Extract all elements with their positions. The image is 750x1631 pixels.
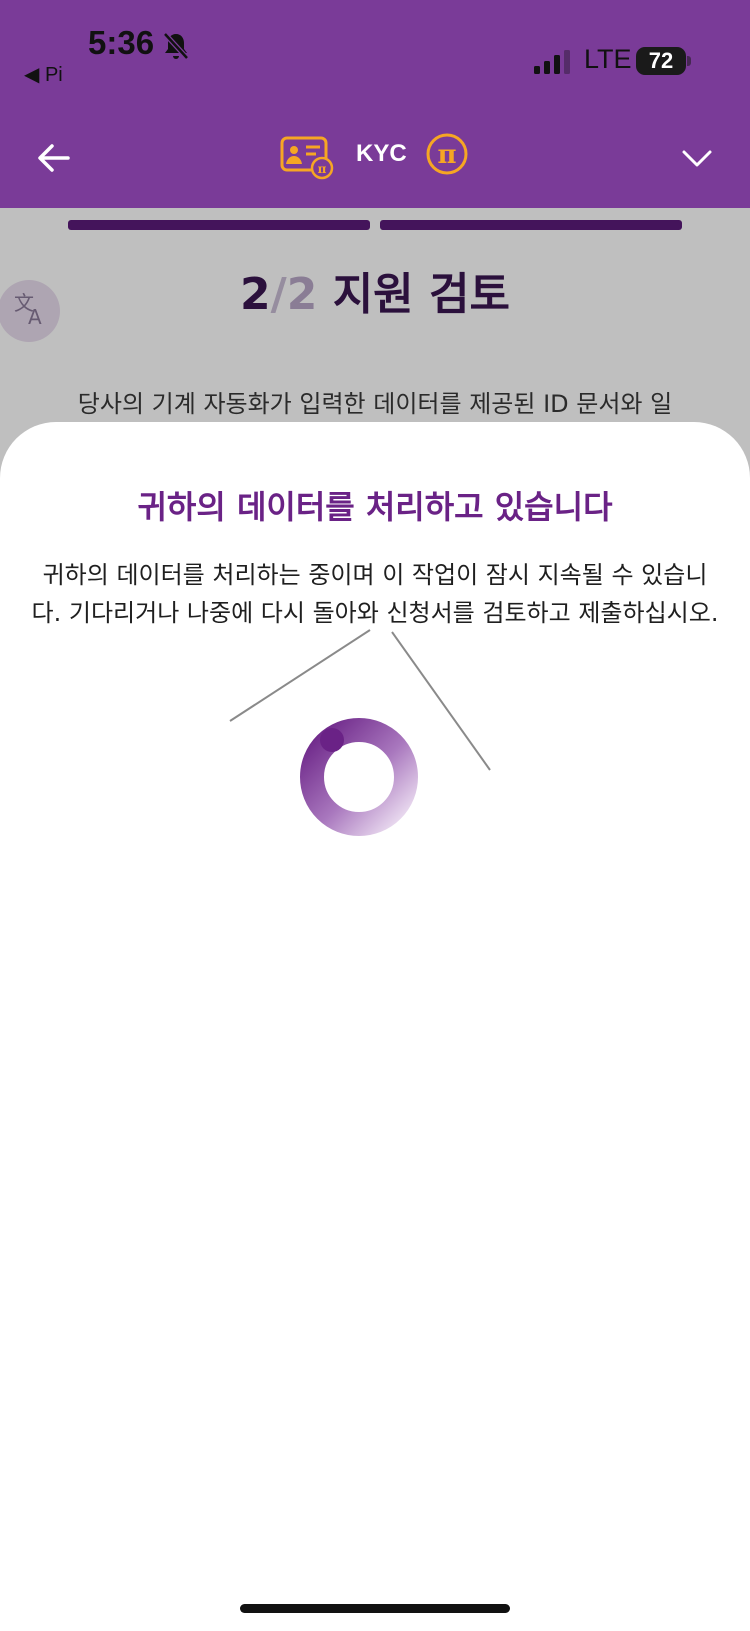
chevron-down-icon[interactable]	[678, 140, 716, 178]
svg-text:π: π	[318, 162, 327, 176]
back-to-app-link[interactable]: ◀ Pi	[24, 62, 63, 87]
battery-tip	[687, 56, 691, 66]
back-arrow-icon[interactable]	[34, 138, 74, 178]
home-indicator[interactable]	[240, 1604, 510, 1613]
processing-bottom-sheet: 귀하의 데이터를 처리하고 있습니다 귀하의 데이터를 처리하는 중이며 이 작…	[0, 422, 750, 1631]
bell-muted-icon	[163, 32, 189, 60]
processing-title: 귀하의 데이터를 처리하고 있습니다	[137, 488, 613, 526]
status-time: 5:36	[88, 24, 155, 61]
status-bar: 5:36 ◀ Pi LTE 72	[0, 0, 750, 112]
loading-spinner-icon	[300, 718, 418, 836]
network-type: LTE	[584, 44, 632, 74]
cellular-signal-icon	[534, 50, 570, 74]
processing-message: 귀하의 데이터를 처리하는 중이며 이 작업이 잠시 지속될 수 있습니다. 기…	[31, 561, 719, 627]
svg-text:π: π	[437, 140, 456, 170]
battery-icon: 72	[636, 47, 686, 75]
app-header: π KYC π	[0, 112, 750, 208]
pi-coin-icon: π	[426, 133, 468, 175]
id-card-icon: π	[280, 136, 334, 180]
page-title: KYC	[356, 140, 407, 167]
